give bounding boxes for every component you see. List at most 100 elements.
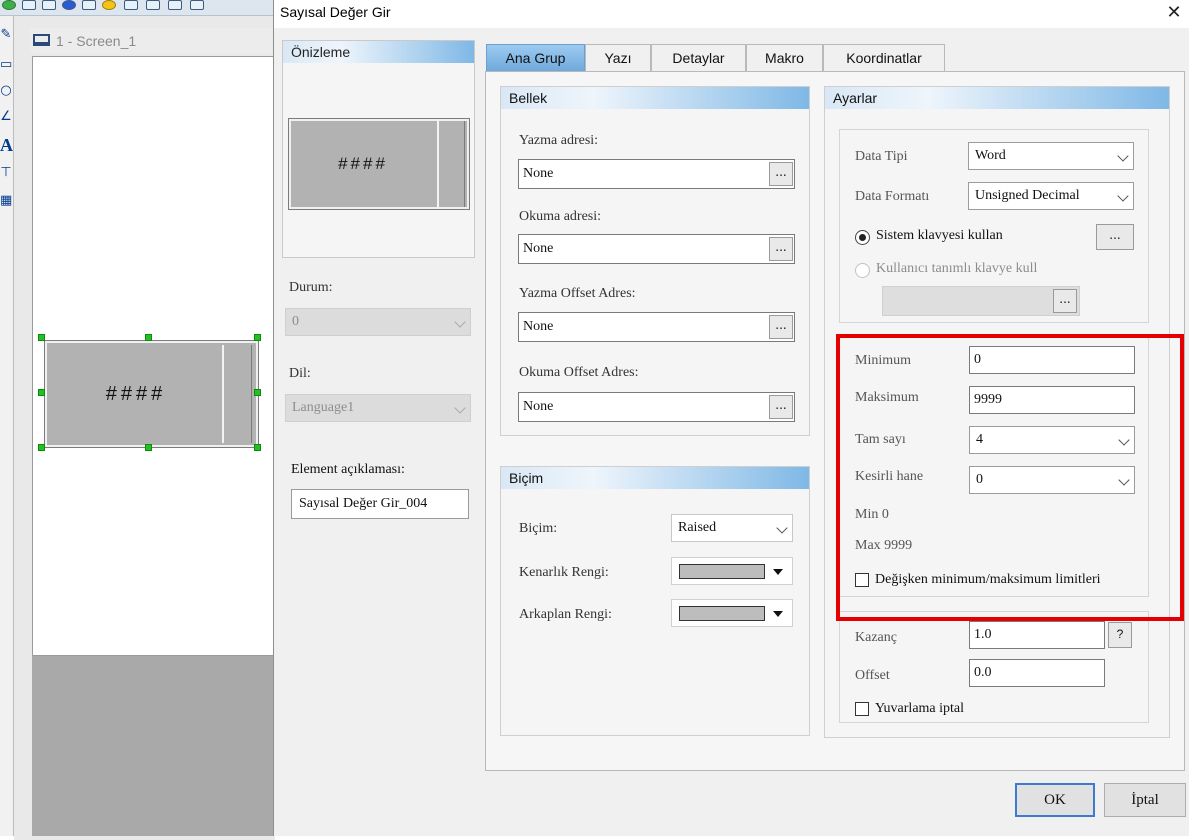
system-keyboard-browse-button[interactable]: ... (1096, 224, 1134, 250)
minimum-input[interactable]: 0 (969, 346, 1135, 374)
chevron-down-icon (776, 522, 788, 534)
offset-label: Offset (855, 668, 890, 683)
custom-keyboard-radio[interactable] (855, 263, 870, 278)
resize-handle[interactable] (145, 334, 152, 341)
numeric-input-element[interactable]: #### (44, 340, 259, 448)
no-rounding-label: Yuvarlama iptal (875, 701, 965, 716)
style-value: Raised (678, 520, 717, 535)
maximum-input[interactable]: 9999 (969, 386, 1135, 414)
integer-digits-select[interactable]: 4 (969, 426, 1135, 454)
resize-handle[interactable] (38, 389, 45, 396)
chevron-down-icon (454, 316, 466, 328)
scale-icon[interactable]: ⊤ (0, 164, 12, 182)
data-type-select[interactable]: Word (968, 142, 1134, 170)
memory-group: Bellek Yazma adresi: None ... Okuma adre… (500, 86, 810, 436)
write-address-browse-button[interactable]: ... (769, 162, 793, 186)
read-address-browse-button[interactable]: ... (769, 237, 793, 261)
no-rounding-checkbox[interactable] (855, 702, 869, 716)
system-keyboard-label: Sistem klavyesi kullan (876, 228, 1003, 243)
style-select[interactable]: Raised (671, 514, 793, 542)
resize-handle[interactable] (145, 444, 152, 451)
element-bevel (222, 345, 252, 443)
read-offset-browse-button[interactable]: ... (769, 395, 793, 419)
variable-limits-checkbox[interactable] (855, 573, 869, 587)
preview-element: #### (288, 118, 470, 210)
tab-ana-grup[interactable]: Ana Grup (486, 44, 585, 72)
read-address-input[interactable]: None ... (518, 234, 795, 264)
system-keyboard-radio[interactable] (855, 230, 870, 245)
grid-icon[interactable] (124, 0, 138, 10)
status-select: 0 (285, 308, 471, 336)
read-offset-input[interactable]: None ... (518, 392, 795, 422)
chevron-down-icon (454, 402, 466, 414)
screen-tab-label: 1 - Screen_1 (56, 33, 137, 49)
window-edge (1189, 28, 1203, 836)
border-color-label: Kenarlık Rengi: (519, 565, 609, 580)
write-offset-label: Yazma Offset Adres: (519, 286, 636, 301)
monitor-icon[interactable] (42, 0, 56, 10)
offset-input[interactable]: 0.0 (969, 659, 1105, 687)
status-label: Durum: (289, 280, 333, 295)
data-format-label: Data Formatı (855, 189, 930, 204)
resize-handle[interactable] (254, 334, 261, 341)
gain-help-button[interactable]: ? (1108, 622, 1132, 648)
resize-handle[interactable] (254, 389, 261, 396)
tab-makro[interactable]: Makro (746, 44, 823, 72)
close-icon[interactable]: ✕ (1162, 2, 1186, 26)
decimal-digits-label: Kesirli hane (855, 469, 924, 484)
chevron-down-icon (1118, 434, 1130, 446)
gain-input[interactable]: 1.0 (969, 621, 1105, 649)
gain-label: Kazanç (855, 630, 897, 645)
run-icon[interactable] (2, 0, 16, 10)
window-icon[interactable] (22, 0, 36, 10)
table-icon[interactable]: ▦ (0, 192, 12, 210)
tab-yazi[interactable]: Yazı (585, 44, 651, 72)
custom-keyboard-browse-button[interactable]: ... (1053, 289, 1077, 313)
circle-icon[interactable] (62, 0, 76, 10)
max-display: Max 9999 (855, 538, 913, 553)
integer-digits-value: 4 (976, 432, 983, 447)
write-address-value: None (523, 166, 554, 181)
integer-digits-label: Tam sayı (855, 432, 906, 447)
copy-icon[interactable] (146, 0, 160, 10)
resize-handle[interactable] (38, 334, 45, 341)
resize-handle[interactable] (254, 444, 261, 451)
dropdown-arrow-icon (773, 611, 783, 617)
tab-detaylar[interactable]: Detaylar (651, 44, 746, 72)
text-tool-icon[interactable] (168, 0, 182, 10)
border-color-picker[interactable] (671, 557, 793, 585)
ok-button[interactable]: OK (1015, 783, 1095, 817)
data-format-select[interactable]: Unsigned Decimal (968, 182, 1134, 210)
canvas-outside-area (32, 656, 275, 836)
chevron-down-icon (1118, 474, 1130, 486)
tab-koordinatlar[interactable]: Koordinatlar (823, 44, 945, 72)
settings-group: Ayarlar Data Tipi Word Data Formatı Unsi… (824, 86, 1170, 738)
text-icon[interactable]: A (0, 136, 13, 154)
resize-handle[interactable] (38, 444, 45, 451)
write-offset-input[interactable]: None ... (518, 312, 795, 342)
line-icon[interactable]: ∠ (0, 108, 12, 126)
status-value: 0 (292, 314, 299, 329)
write-offset-browse-button[interactable]: ... (769, 315, 793, 339)
language-label: Dil: (289, 366, 311, 381)
bulb-icon[interactable] (102, 0, 116, 10)
ellipse-icon[interactable]: ○ (0, 82, 12, 100)
rectangle-icon[interactable]: ▭ (0, 56, 12, 74)
maximum-label: Maksimum (855, 390, 919, 405)
pencil-icon[interactable]: ✎ (0, 26, 12, 44)
screen-tab[interactable]: 1 - Screen_1 (30, 28, 275, 54)
screen-icon[interactable] (82, 0, 96, 10)
background-color-picker[interactable] (671, 599, 793, 627)
cancel-button[interactable]: İptal (1104, 783, 1186, 817)
save-icon[interactable] (190, 0, 204, 10)
minimum-label: Minimum (855, 353, 912, 368)
preview-bevel (437, 121, 465, 207)
border-color-swatch (679, 564, 765, 579)
write-address-input[interactable]: None ... (518, 159, 795, 189)
description-input[interactable]: Sayısal Değer Gir_004 (291, 489, 469, 519)
dialog-titlebar[interactable]: Sayısal Değer Gir ✕ (274, 0, 1203, 28)
chevron-down-icon (1117, 190, 1129, 202)
decimal-digits-select[interactable]: 0 (969, 466, 1135, 494)
background-color-swatch (679, 606, 765, 621)
custom-keyboard-field: ... (882, 286, 1080, 316)
